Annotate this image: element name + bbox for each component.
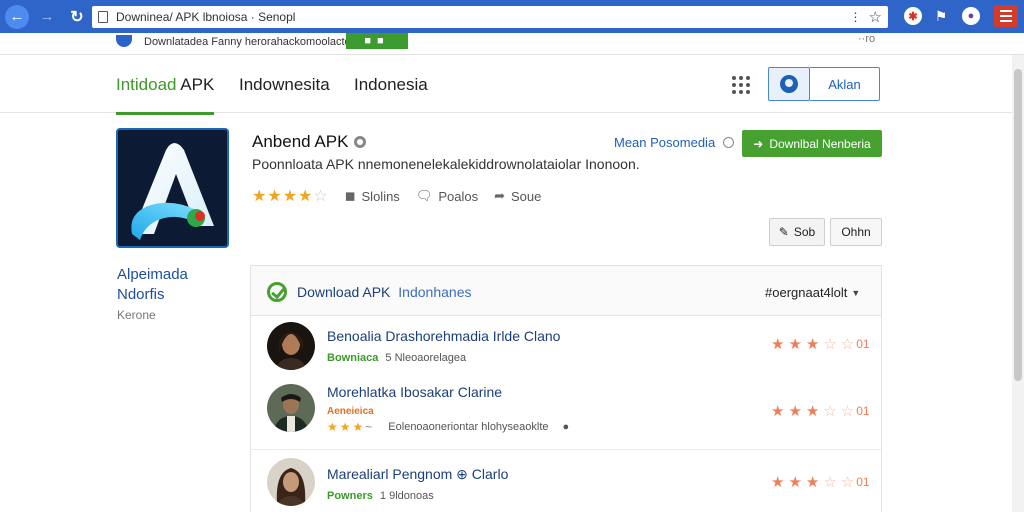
download-button-label: Downlbal Nenberia: [769, 136, 871, 151]
sidebar-subtitle[interactable]: Ndorfis: [117, 286, 165, 303]
tab-indonesia[interactable]: Indonesia: [354, 75, 428, 95]
reviewer-name[interactable]: Benoalia Drashorehmadia Irlde Clano: [327, 328, 560, 344]
review-meta-text: 1 9ldonoas: [379, 490, 434, 502]
check-circle-icon: [267, 282, 287, 302]
review-rating: ★★★ ☆☆ 01: [771, 336, 870, 353]
strip-corner-text: ··ro: [858, 33, 876, 45]
review-rating-count: 01: [856, 404, 870, 418]
signin-button[interactable]: Aklan: [810, 67, 880, 101]
verified-icon: [354, 136, 367, 148]
reload-icon[interactable]: ↻: [65, 5, 89, 29]
info-circle-icon[interactable]: ●: [563, 421, 570, 433]
site-header: Intidoad APK Indownesita Indonesia Aklan: [0, 55, 1024, 115]
hamburger-menu-icon[interactable]: [994, 5, 1018, 27]
app-rating-row: ★★★★☆ ◼ Slolins 🗨 Poalos ➦ Soue: [252, 186, 541, 206]
more-link-text: Mean Posomedia: [614, 135, 716, 150]
url-text[interactable]: Downinea/ APK lbnoiosa · Senopl: [116, 10, 850, 24]
share-button-label: Sob: [793, 225, 816, 239]
notification-strip: Downlatadea Fanny herorahackomoolacte ■■…: [0, 33, 1024, 55]
user-icon: [780, 75, 798, 93]
review-meta-text: 5 Nleoaorelagea: [385, 352, 467, 364]
review-rating: ★★★ ☆☆ 01: [771, 474, 870, 491]
avatar[interactable]: [267, 458, 315, 506]
panel-subtitle-text: Indonhanes: [398, 284, 472, 300]
reviewer-name[interactable]: Morehlatka Ibosakar Clarine: [327, 384, 502, 400]
other-button[interactable]: Ohhn: [830, 218, 882, 246]
review-rating: ★★★ ☆☆ 01: [771, 403, 870, 420]
app-logo-graphic: [131, 143, 214, 240]
sort-label: #oergnaat4lolt: [765, 285, 848, 300]
meta-users-label: Slolins: [361, 188, 400, 204]
browser-toolbar: ← → ↻ Downinea/ APK lbnoiosa · Senopl ⋮ …: [0, 0, 1024, 33]
app-description: Poonnloata APK nnemonenelekalekiddrownol…: [252, 156, 640, 172]
review-rating-count: 01: [856, 475, 870, 489]
review-item: Marealiarl Pengnom ⊕ Clarlo Powners 1 9l…: [251, 454, 881, 524]
meta-users[interactable]: ◼ Slolins: [345, 188, 400, 204]
meta-comments[interactable]: 🗨 Poalos: [416, 188, 478, 204]
reviews-panel-title: Download APK Indonhanes: [297, 284, 471, 300]
mini-rating: ★★★~: [327, 420, 375, 434]
app-logo: [116, 128, 229, 248]
profile-icon[interactable]: ●: [962, 7, 980, 25]
reviews-panel: Download APK Indonhanes #oergnaat4lolt ▼…: [250, 265, 882, 512]
extension-bell-icon[interactable]: ⚑: [932, 7, 950, 25]
sidebar-note: Kerone: [117, 308, 156, 322]
meta-share-label: Soue: [510, 188, 542, 204]
chevron-down-icon: ▼: [851, 287, 861, 298]
bookmark-star-icon[interactable]: ☆: [869, 8, 882, 26]
sort-dropdown[interactable]: #oergnaat4lolt ▼: [765, 285, 860, 300]
download-arrow-icon: ➜: [753, 136, 764, 151]
avatar[interactable]: [267, 322, 315, 370]
meta-comments-label: Poalos: [438, 188, 479, 204]
share-button[interactable]: ✎ Sob: [769, 218, 825, 246]
back-arrow-icon[interactable]: ←: [5, 4, 29, 29]
pencil-icon: ✎: [778, 225, 789, 239]
address-bar[interactable]: Downinea/ APK lbnoiosa · Senopl ⋮ ☆: [92, 6, 888, 28]
reviews-panel-header: Download APK Indonhanes #oergnaat4lolt ▼: [251, 266, 881, 316]
review-tag: Aeneieica: [327, 406, 374, 417]
avatar[interactable]: [267, 384, 315, 432]
review-item: Morehlatka Ibosakar Clarine Aeneieica ★★…: [251, 378, 881, 450]
review-meta: Powners 1 9ldonoas: [327, 490, 434, 502]
more-link[interactable]: Mean Posomedia: [614, 135, 735, 150]
strip-action-button[interactable]: ■■: [346, 33, 408, 49]
user-account-button[interactable]: [768, 67, 810, 101]
rating-stars: ★★★★☆: [252, 188, 329, 205]
tab-apk-prefix: Intidoad: [116, 75, 177, 94]
review-tag: Bowniaca: [327, 352, 379, 364]
strip-text: Downlatadea Fanny herorahackomoolacte: [144, 36, 351, 48]
app-title: Anbend APK: [252, 132, 367, 152]
page-icon: [98, 11, 108, 23]
info-icon: [723, 137, 735, 148]
app-title-text: Anbend APK: [252, 132, 349, 151]
apps-grid-icon[interactable]: [732, 76, 750, 94]
extension-puzzle-icon[interactable]: ✱: [904, 7, 922, 25]
meta-share[interactable]: ➦ Soue: [494, 188, 541, 204]
tab-apk[interactable]: Intidoad APK: [116, 75, 215, 115]
share-icon: ➦: [494, 188, 505, 203]
more-vertical-icon[interactable]: ⋮: [850, 10, 862, 24]
tab-apk-label: APK: [180, 75, 215, 94]
review-meta: ★★★~ Eolenoaoneriontar hlohyseaoklte ●: [327, 420, 569, 434]
page-scrollbar[interactable]: [1012, 55, 1024, 512]
download-button[interactable]: ➜ Downlbal Nenberia: [742, 130, 882, 157]
review-rating-count: 01: [856, 337, 870, 351]
reviewer-name[interactable]: Marealiarl Pengnom ⊕ Clarlo: [327, 466, 508, 483]
sidebar-title[interactable]: Alpeimada: [117, 266, 188, 283]
review-tag: Powners: [327, 490, 373, 502]
comment-icon: 🗨: [415, 188, 433, 203]
tab-indownesita[interactable]: Indownesita: [239, 75, 330, 95]
forward-arrow-icon[interactable]: →: [35, 5, 59, 29]
review-meta: Bowniaca 5 Nleoaorelagea: [327, 352, 466, 364]
panel-title-text: Download APK: [297, 284, 391, 300]
review-meta-text: Eolenoaoneriontar hlohyseaoklte: [388, 421, 549, 433]
users-icon: ◼: [344, 188, 356, 203]
shield-icon: [116, 35, 132, 47]
scrollbar-thumb[interactable]: [1014, 69, 1022, 381]
